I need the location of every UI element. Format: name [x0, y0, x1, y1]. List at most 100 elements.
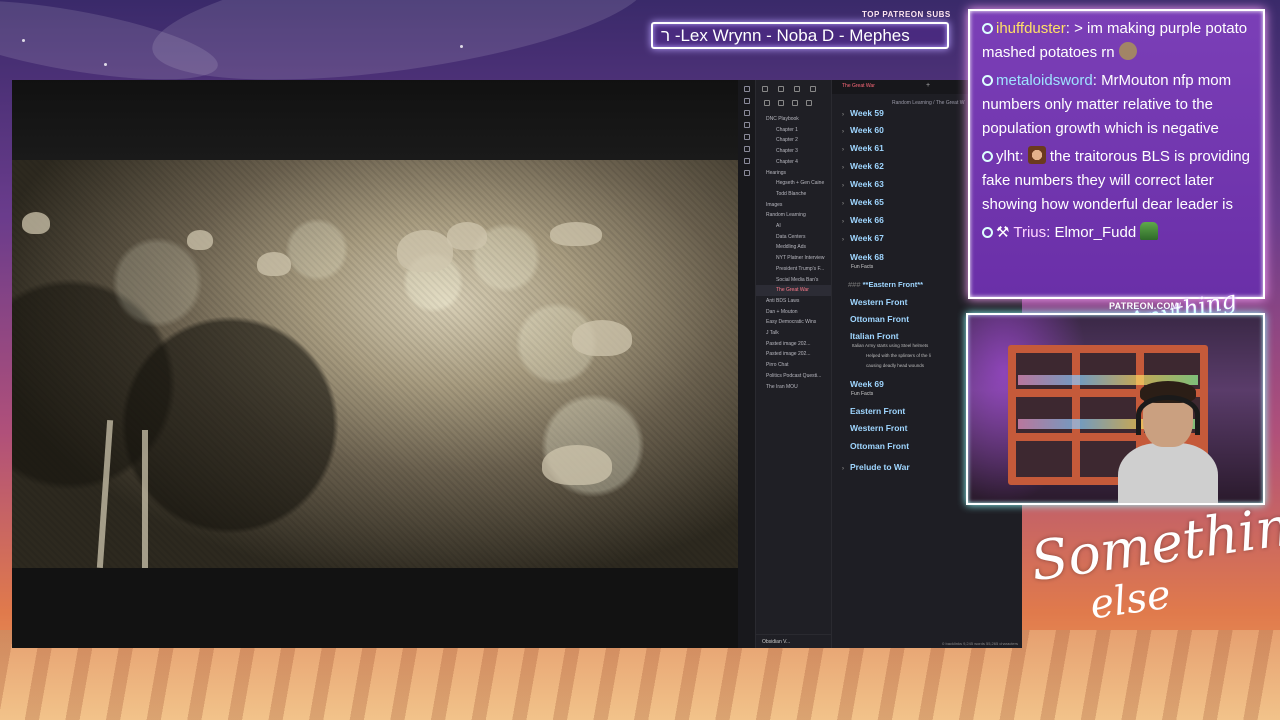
heading-week-60[interactable]: › Week 60	[842, 125, 884, 135]
heading-week-59[interactable]: › Week 59	[842, 108, 884, 118]
new-folder-icon[interactable]	[778, 100, 784, 106]
collapse-icon[interactable]	[806, 100, 812, 106]
publish-icon[interactable]	[743, 170, 750, 176]
vault-switcher[interactable]: Obsidian V...	[756, 634, 831, 648]
command-icon[interactable]	[743, 146, 750, 152]
tree-item[interactable]: Chapter 4	[756, 157, 831, 168]
tree-item[interactable]: Dan + Mouton	[756, 307, 831, 318]
calendar-icon[interactable]	[743, 122, 750, 128]
file-tree: DNC Playbook Chapter 1 Chapter 2 Chapter…	[756, 80, 832, 648]
heading-western-front[interactable]: Western Front	[842, 297, 907, 307]
heading-western-front[interactable]: Western Front	[842, 423, 907, 433]
chat-message: ⚒ Trius: Elmor_Fudd	[982, 221, 1253, 245]
canvas-icon[interactable]	[743, 134, 750, 140]
tree-item[interactable]: The Iran MOU	[756, 382, 831, 393]
heading-week-61[interactable]: › Week 61	[842, 143, 884, 153]
note-line: Italian Army starts using Steel helmets	[852, 343, 929, 348]
heading-week-67[interactable]: › Week 67	[842, 233, 884, 243]
tree-item[interactable]: Images	[756, 200, 831, 211]
chat-text: the traitorous BLS is providing fake num…	[982, 148, 1250, 213]
tree-item[interactable]: J Talk	[756, 328, 831, 339]
tree-item[interactable]: NYT Platner Interview	[756, 253, 831, 264]
tree-item[interactable]: Random Learning	[756, 210, 831, 221]
tree-item[interactable]: Chapter 2	[756, 135, 831, 146]
chat-badge-icon	[982, 23, 993, 34]
search-icon[interactable]	[794, 86, 800, 92]
patreon-names: ר -Lex Wrynn - Noba D - Mephes	[661, 26, 910, 45]
chevron-right-icon: ›	[842, 165, 844, 171]
heading-week-69[interactable]: Week 69	[842, 379, 884, 389]
tree-emote-icon	[1140, 222, 1159, 240]
tree-item[interactable]: Hearings	[756, 168, 831, 179]
helmet	[397, 230, 453, 272]
streamer	[1118, 381, 1218, 503]
tree-item[interactable]: Pirro Chat	[756, 360, 831, 371]
chevron-right-icon: ›	[842, 466, 844, 472]
heading-week-68[interactable]: Week 68	[842, 252, 884, 262]
tree-item[interactable]: Politics Podcast Questi...	[756, 371, 831, 382]
tree-item[interactable]: DNC Playbook	[756, 114, 831, 125]
heading-week-62[interactable]: › Week 62	[842, 161, 884, 171]
search-icon[interactable]	[743, 98, 750, 104]
tree-item-active[interactable]: The Great War	[756, 285, 831, 296]
vault-name: Obsidian V...	[762, 639, 791, 645]
tree-item[interactable]: Hegseth + Gen Caine	[756, 178, 831, 189]
heading-week-65[interactable]: › Week 65	[842, 197, 884, 207]
video-letterbox-bottom	[12, 568, 738, 648]
wrench-badge-icon: ⚒	[996, 224, 1014, 241]
patreon-label: TOP PATREON SUBS	[862, 10, 951, 19]
chevron-right-icon: ›	[842, 183, 844, 189]
tree-item[interactable]: Pasted image 202...	[756, 349, 831, 360]
chat-username: metaloidsword	[996, 72, 1093, 89]
files-icon[interactable]	[743, 86, 750, 92]
tree-item[interactable]: Anti BDS Laws	[756, 296, 831, 307]
tree-item[interactable]: Pasted image 202...	[756, 339, 831, 350]
note-line: Helped with the splinters of the li	[866, 353, 931, 358]
chevron-right-icon: ›	[842, 112, 844, 118]
star	[460, 45, 463, 48]
tree-item[interactable]: President Trump's F...	[756, 264, 831, 275]
chat-username: Trius	[1013, 224, 1047, 241]
shelf-cell	[1016, 441, 1072, 477]
heading-italian-front[interactable]: Italian Front	[842, 331, 899, 341]
video-panel	[12, 80, 738, 648]
potato-emote-icon	[1118, 42, 1137, 60]
headphones-icon	[1136, 395, 1200, 435]
new-tab-icon[interactable]: +	[926, 82, 930, 89]
terminal-icon[interactable]	[743, 158, 750, 164]
tree-item[interactable]: Chapter 1	[756, 125, 831, 136]
heading-prelude-to-war[interactable]: › Prelude to War	[842, 462, 910, 472]
helmet	[22, 212, 50, 234]
chat-message: ihuffduster: > im making purple potato m…	[982, 20, 1248, 61]
tree-item[interactable]: Easy Democratic Wins	[756, 317, 831, 328]
chat-text: Elmor_Fudd	[1054, 224, 1137, 241]
chat-box: ihuffduster: > im making purple potato m…	[968, 9, 1265, 299]
chevron-right-icon: ›	[842, 237, 844, 243]
tree-item[interactable]: Data Centers	[756, 232, 831, 243]
tab-the-great-war[interactable]: The Great War	[842, 83, 875, 89]
shirt	[1118, 443, 1218, 503]
sort-icon[interactable]	[792, 100, 798, 106]
tree-item[interactable]: Social Media Ban's	[756, 275, 831, 286]
tree-item[interactable]: Chapter 3	[756, 146, 831, 157]
fun-facts-label: Fun Facts	[851, 264, 874, 270]
status-bar: 0 backlinks 9,245 words 55,265 character…	[942, 641, 1018, 646]
heading-week-63[interactable]: › Week 63	[842, 179, 884, 189]
tree-item[interactable]: Meddling Ads	[756, 242, 831, 253]
heading-eastern-front-source[interactable]: ### **Eastern Front**	[848, 280, 923, 289]
tree-item[interactable]: Todd Blanche	[756, 189, 831, 200]
wooden-post	[142, 430, 148, 568]
folder-icon[interactable]	[778, 86, 784, 92]
heading-ottoman-front[interactable]: Ottoman Front	[842, 314, 909, 324]
helmet	[572, 320, 632, 356]
sidebar-toggle-icon[interactable]	[762, 86, 768, 92]
face-emote-icon	[1027, 146, 1046, 164]
heading-ottoman-front[interactable]: Ottoman Front	[842, 441, 909, 451]
heading-eastern-front[interactable]: Eastern Front	[842, 406, 905, 416]
bookmark-icon[interactable]	[810, 86, 816, 92]
new-note-icon[interactable]	[764, 100, 770, 106]
helmet	[447, 222, 487, 250]
tree-item[interactable]: AI	[756, 221, 831, 232]
graph-icon[interactable]	[743, 110, 750, 116]
heading-week-66[interactable]: › Week 66	[842, 215, 884, 225]
